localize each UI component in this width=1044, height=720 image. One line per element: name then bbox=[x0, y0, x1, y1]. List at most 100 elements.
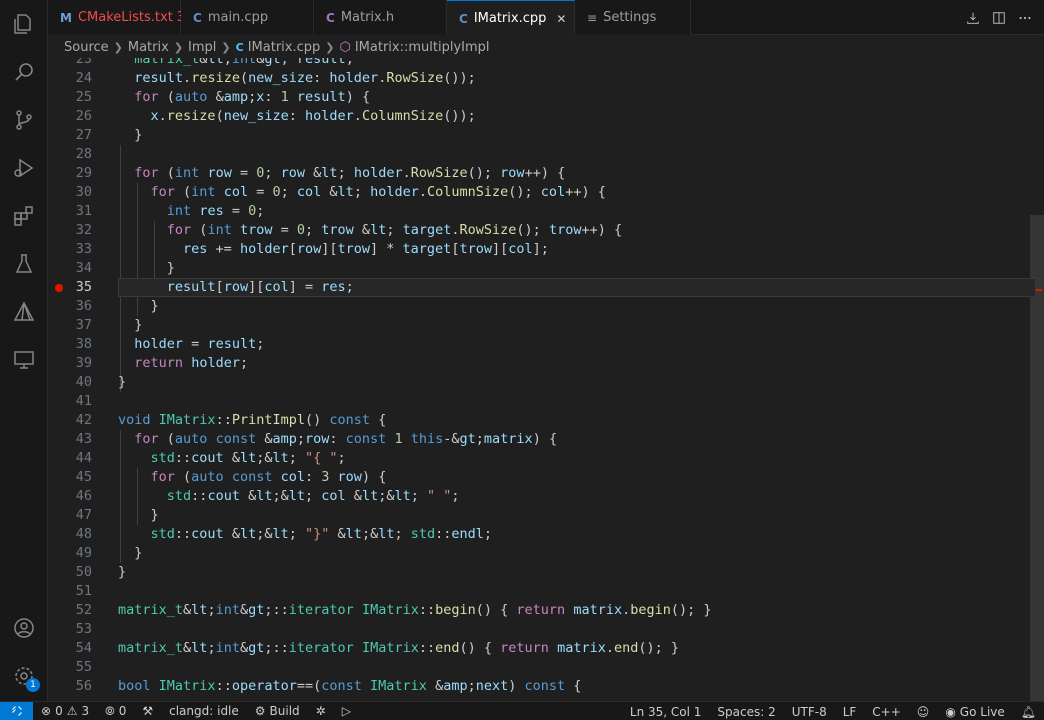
cursor-position[interactable]: Ln 35, Col 1 bbox=[622, 702, 710, 720]
code-line[interactable]: 42 void IMatrix::PrintImpl() const { bbox=[48, 411, 1044, 430]
line-number[interactable]: 43 bbox=[48, 430, 92, 449]
code-line[interactable]: 43 for (auto const &amp;row: const 1 thi… bbox=[48, 430, 1044, 449]
code-text[interactable]: x.resize(new_size: holder.ColumnSize()); bbox=[118, 107, 476, 126]
code-text[interactable]: for (int col = 0; col &lt; holder.Column… bbox=[118, 183, 606, 202]
download-icon[interactable] bbox=[964, 9, 982, 27]
code-text[interactable]: } bbox=[118, 126, 142, 145]
tab-settings[interactable]: ≡ Settings bbox=[575, 0, 691, 35]
code-line[interactable]: 51 bbox=[48, 582, 1044, 601]
go-live-button[interactable]: ◉ Go Live bbox=[937, 702, 1012, 720]
tab-imatrix-cpp[interactable]: C IMatrix.cpp ✕ bbox=[447, 0, 575, 36]
line-number[interactable]: 34 bbox=[48, 259, 92, 278]
run-button[interactable]: ▷ bbox=[334, 702, 359, 720]
line-number[interactable]: 48 bbox=[48, 525, 92, 544]
code-line[interactable]: 32 for (int trow = 0; trow &lt; target.R… bbox=[48, 221, 1044, 240]
explorer-icon[interactable] bbox=[0, 0, 48, 48]
testing-icon[interactable] bbox=[0, 240, 48, 288]
code-text[interactable]: std::cout &lt;&lt; col &lt;&lt; " "; bbox=[118, 487, 460, 506]
code-line[interactable]: 54 matrix_t&lt;int&gt;::iterator IMatrix:… bbox=[48, 639, 1044, 658]
line-number[interactable]: 31 bbox=[48, 202, 92, 221]
code-line[interactable]: 47 } bbox=[48, 506, 1044, 525]
code-line[interactable]: 29 for (int row = 0; row &lt; holder.Row… bbox=[48, 164, 1044, 183]
code-line[interactable]: 46 std::cout &lt;&lt; col &lt;&lt; " "; bbox=[48, 487, 1044, 506]
code-line[interactable]: 56 bool IMatrix::operator==(const IMatrix… bbox=[48, 677, 1044, 696]
line-number[interactable]: 47 bbox=[48, 506, 92, 525]
line-number[interactable]: 44 bbox=[48, 449, 92, 468]
code-line[interactable]: 31 int res = 0; bbox=[48, 202, 1044, 221]
code-text[interactable]: } bbox=[118, 506, 159, 525]
ports-indicator[interactable]: ⦾ 0 bbox=[97, 702, 134, 720]
line-number[interactable]: 50 bbox=[48, 563, 92, 582]
breadcrumb-item[interactable]: IMatrix.cpp bbox=[248, 40, 321, 55]
extensions-icon[interactable] bbox=[0, 192, 48, 240]
source-control-icon[interactable] bbox=[0, 96, 48, 144]
line-number[interactable]: 24 bbox=[48, 69, 92, 88]
code-line[interactable]: 24 result.resize(new_size: holder.RowSiz… bbox=[48, 69, 1044, 88]
line-number[interactable]: 51 bbox=[48, 582, 92, 601]
code-line[interactable]: 44 std::cout &lt;&lt; "{ "; bbox=[48, 449, 1044, 468]
remote-explorer-icon[interactable] bbox=[0, 336, 48, 384]
line-number[interactable]: 40 bbox=[48, 373, 92, 392]
code-text[interactable]: std::cout &lt;&lt; "}" &lt;&lt; std::end… bbox=[118, 525, 493, 544]
code-text[interactable]: } bbox=[118, 297, 159, 316]
accounts-icon[interactable] bbox=[0, 604, 48, 652]
code-line[interactable]: 27 } bbox=[48, 126, 1044, 145]
line-number[interactable]: 55 bbox=[48, 658, 92, 677]
indentation[interactable]: Spaces: 2 bbox=[709, 702, 783, 720]
code-line[interactable]: 38 holder = result; bbox=[48, 335, 1044, 354]
line-number[interactable]: 29 bbox=[48, 164, 92, 183]
code-line[interactable]: 36 } bbox=[48, 297, 1044, 316]
code-text[interactable]: bool IMatrix::operator==(const IMatrix &… bbox=[118, 677, 581, 696]
line-number[interactable]: 42 bbox=[48, 411, 92, 430]
line-number[interactable]: 46 bbox=[48, 487, 92, 506]
settings-gear-icon[interactable] bbox=[0, 652, 48, 700]
code-line[interactable]: 48 std::cout &lt;&lt; "}" &lt;&lt; std::… bbox=[48, 525, 1044, 544]
code-line[interactable]: 34 } bbox=[48, 259, 1044, 278]
remote-indicator[interactable] bbox=[0, 701, 33, 720]
code-text[interactable]: for (int trow = 0; trow &lt; target.RowS… bbox=[118, 221, 622, 240]
code-line[interactable]: 28 bbox=[48, 145, 1044, 164]
code-line[interactable]: 30 for (int col = 0; col &lt; holder.Col… bbox=[48, 183, 1044, 202]
code-line[interactable]: 23 matrix_t&lt;int&gt; result; bbox=[48, 58, 1044, 69]
code-line[interactable]: 33 res += holder[row][trow] * target[tro… bbox=[48, 240, 1044, 259]
tab-matrix-h[interactable]: C Matrix.h bbox=[314, 0, 447, 35]
line-number[interactable]: 45 bbox=[48, 468, 92, 487]
code-text[interactable]: result.resize(new_size: holder.RowSize()… bbox=[118, 69, 475, 88]
tab-cmakelists[interactable]: M CMakeLists.txt 3 bbox=[48, 0, 185, 35]
clangd-status[interactable]: clangd: idle bbox=[161, 702, 247, 720]
search-icon[interactable] bbox=[0, 48, 48, 96]
code-line[interactable]: 55 bbox=[48, 658, 1044, 677]
code-text[interactable]: void IMatrix::PrintImpl() const { bbox=[118, 411, 386, 430]
code-line[interactable]: 53 bbox=[48, 620, 1044, 639]
breadcrumb-item[interactable]: Impl bbox=[188, 40, 216, 55]
code-text[interactable]: for (auto const &amp;row: const 1 this-&… bbox=[118, 430, 557, 449]
code-text[interactable]: return holder; bbox=[118, 354, 248, 373]
code-line[interactable]: 25 for (auto &amp;x: 1 result) { bbox=[48, 88, 1044, 107]
close-icon[interactable]: ✕ bbox=[556, 12, 566, 26]
encoding[interactable]: UTF-8 bbox=[784, 702, 835, 720]
code-line[interactable]: 49 } bbox=[48, 544, 1044, 563]
more-actions-icon[interactable] bbox=[1016, 9, 1034, 27]
line-number[interactable]: 32 bbox=[48, 221, 92, 240]
code-line[interactable]: 52 matrix_t&lt;int&gt;::iterator IMatrix:… bbox=[48, 601, 1044, 620]
code-text[interactable]: holder = result; bbox=[118, 335, 264, 354]
code-line[interactable]: 45 for (auto const col: 3 row) { bbox=[48, 468, 1044, 487]
debug-button[interactable]: ✲ bbox=[308, 702, 334, 720]
cmake-icon[interactable] bbox=[0, 288, 48, 336]
line-number[interactable]: 37 bbox=[48, 316, 92, 335]
line-number[interactable]: 39 bbox=[48, 354, 92, 373]
line-number[interactable]: 38 bbox=[48, 335, 92, 354]
line-number[interactable]: 54 bbox=[48, 639, 92, 658]
run-debug-icon[interactable] bbox=[0, 144, 48, 192]
code-line[interactable]: 26 x.resize(new_size: holder.ColumnSize(… bbox=[48, 107, 1044, 126]
code-text[interactable]: int res = 0; bbox=[118, 202, 265, 221]
code-text[interactable]: matrix_t&lt;int&gt;::iterator IMatrix::e… bbox=[118, 639, 679, 658]
split-editor-icon[interactable] bbox=[990, 9, 1008, 27]
line-number[interactable]: 27 bbox=[48, 126, 92, 145]
code-text[interactable]: } bbox=[118, 316, 142, 335]
notifications-bell-icon[interactable]: 🔔︎ bbox=[1013, 702, 1044, 720]
line-number[interactable]: 36 bbox=[48, 297, 92, 316]
code-line[interactable]: 37 } bbox=[48, 316, 1044, 335]
code-line[interactable]: 35 result[row][col] = res; bbox=[48, 278, 1044, 297]
code-text[interactable]: matrix_t&lt;int&gt; result; bbox=[118, 58, 354, 69]
